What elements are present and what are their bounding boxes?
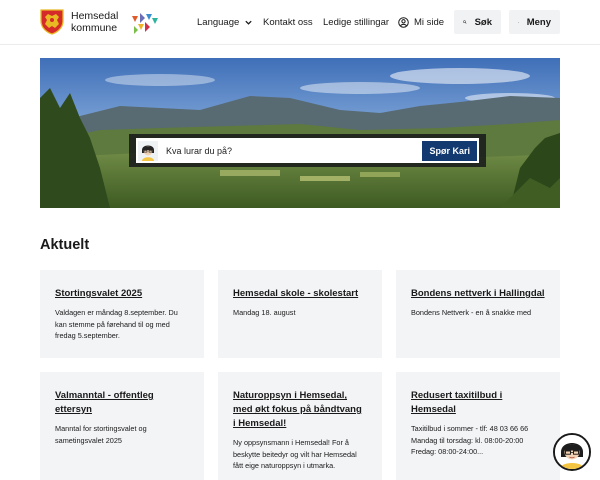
news-card[interactable]: Redusert taxitilbud i Hemsedal Taxitilbu… xyxy=(396,372,560,480)
news-card-description: Manntal for stortingsvalet og sametingsv… xyxy=(55,424,147,445)
chevron-down-icon xyxy=(245,20,252,25)
news-section-title: Aktuelt xyxy=(40,237,90,253)
news-card[interactable]: Hemsedal skole - skolestart Mandag 18. a… xyxy=(218,270,382,358)
site-header: Hemsedal kommune Language Kontakt oss Le… xyxy=(0,0,600,45)
contact-link[interactable]: Kontakt oss xyxy=(263,0,313,45)
ask-kari-search-panel: Spør Kari xyxy=(129,134,486,167)
news-card-description: Valdagen er måndag 8.september. Du kan s… xyxy=(55,308,178,340)
language-label: Language xyxy=(197,17,240,28)
news-card-title[interactable]: Stortingsvalet 2025 xyxy=(55,287,189,301)
news-card[interactable]: Stortingsvalet 2025 Valdagen er måndag 8… xyxy=(40,270,204,358)
jobs-link[interactable]: Ledige stillingar xyxy=(323,0,389,45)
decorative-shapes-icon xyxy=(132,13,158,34)
my-page-link[interactable]: Mi side xyxy=(398,0,444,45)
news-card-title[interactable]: Bondens nettverk i Hallingdal xyxy=(411,287,545,301)
ask-kari-search-field: Spør Kari xyxy=(136,138,479,163)
menu-button-label: Meny xyxy=(526,16,551,28)
valley-landscape-image xyxy=(40,58,560,208)
news-card-title[interactable]: Redusert taxitilbud i Hemsedal xyxy=(411,389,545,417)
ask-kari-button[interactable]: Spør Kari xyxy=(422,140,477,161)
user-circle-icon xyxy=(398,17,409,28)
kari-avatar-icon xyxy=(138,140,158,161)
news-card-description: Bondens Nettverk - en å snakke med xyxy=(411,308,532,317)
search-icon xyxy=(463,20,467,24)
brand-line-1: Hemsedal xyxy=(71,10,119,22)
coat-of-arms-icon xyxy=(40,9,64,35)
brand-line-2: kommune xyxy=(71,22,118,34)
search-button[interactable]: Søk xyxy=(454,10,501,34)
chat-assistant-button[interactable] xyxy=(553,433,591,471)
news-card-title[interactable]: Valmanntal - offentleg ettersyn xyxy=(55,389,189,417)
news-card[interactable]: Naturoppsyn i Hemsedal, med økt fokus på… xyxy=(218,372,382,480)
kari-chatbot-avatar-icon xyxy=(555,435,589,469)
news-card-title[interactable]: Hemsedal skole - skolestart xyxy=(233,287,367,301)
language-selector[interactable]: Language xyxy=(197,0,253,45)
news-card-description: Taxitilbud i sommer - tlf: 48 03 66 66 M… xyxy=(411,424,529,456)
menu-button[interactable]: Meny xyxy=(509,10,560,34)
brand-name: Hemsedal kommune xyxy=(71,10,118,34)
my-page-label: Mi side xyxy=(414,17,445,28)
news-card-description: Mandag 18. august xyxy=(233,308,296,317)
home-logo-link[interactable]: Hemsedal kommune xyxy=(40,9,118,35)
ask-kari-input[interactable] xyxy=(166,145,423,156)
news-card[interactable]: Valmanntal - offentleg ettersyn Manntal … xyxy=(40,372,204,480)
hero-banner: Spør Kari xyxy=(40,58,560,208)
hamburger-menu-icon xyxy=(518,21,519,23)
news-card[interactable]: Bondens nettverk i Hallingdal Bondens Ne… xyxy=(396,270,560,358)
search-button-label: Søk xyxy=(474,16,492,28)
news-card-description: Ny oppsynsmann i Hemsedal! For å beskytt… xyxy=(233,438,357,470)
news-card-title[interactable]: Naturoppsyn i Hemsedal, med økt fokus på… xyxy=(233,389,367,431)
